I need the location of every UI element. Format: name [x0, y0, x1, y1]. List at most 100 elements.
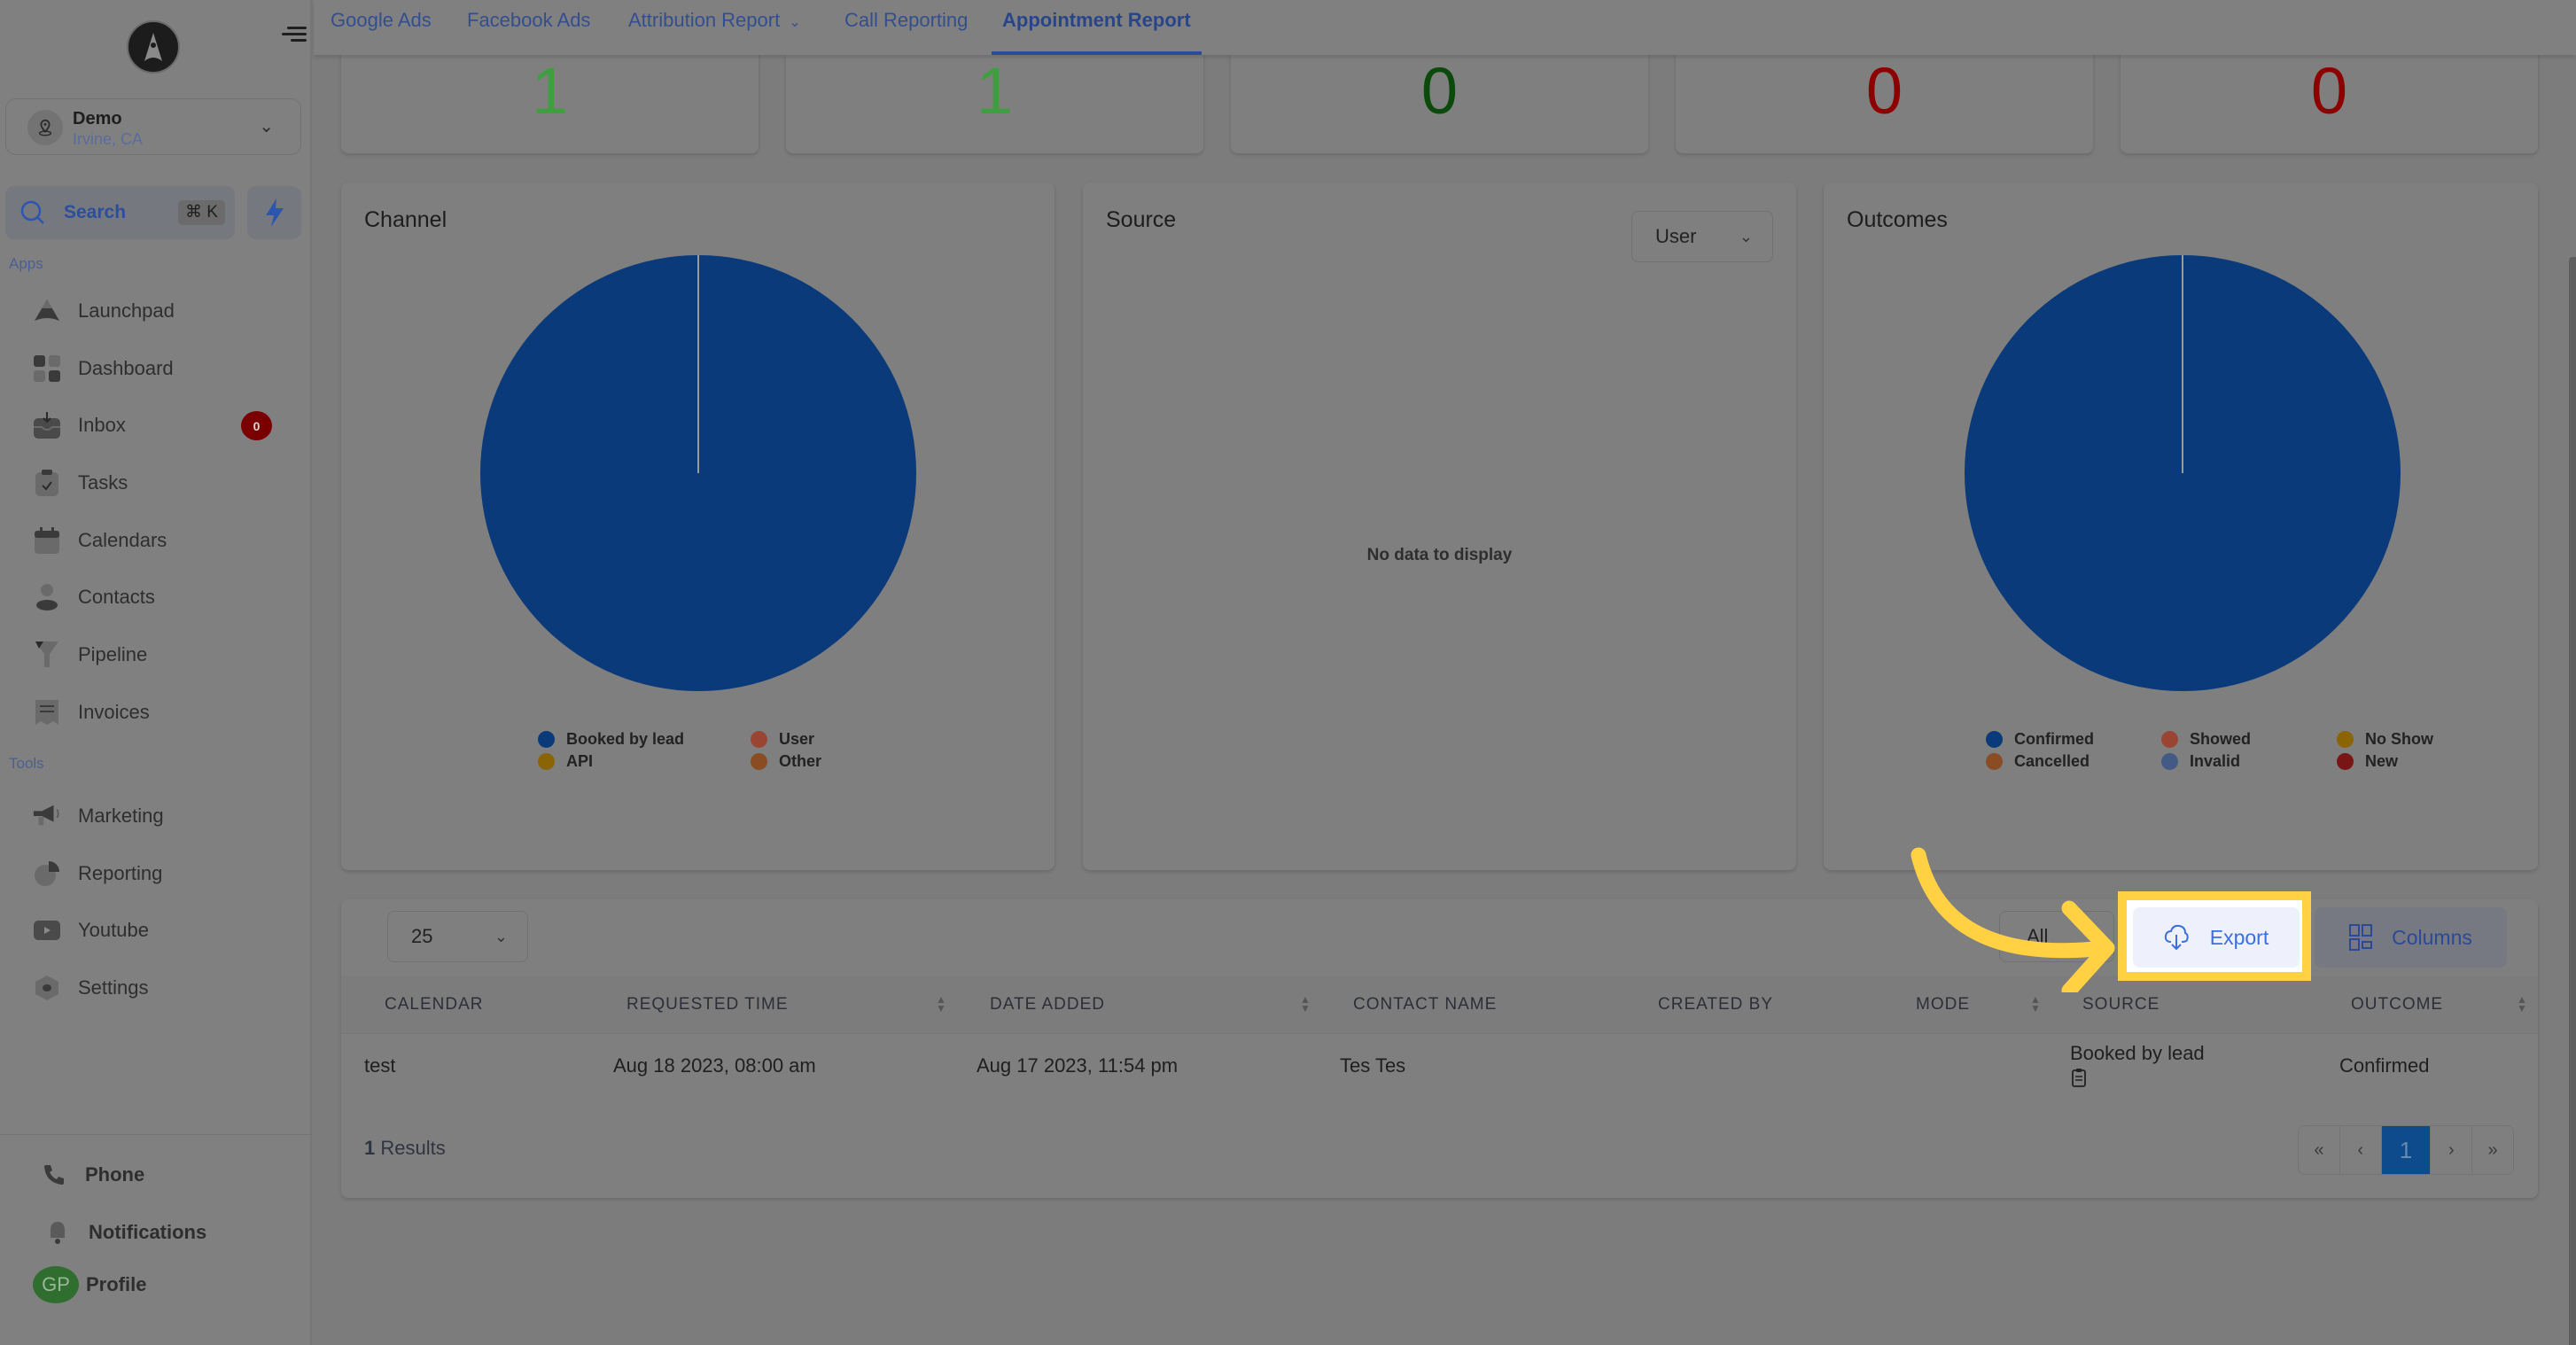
legend-item[interactable]: User: [751, 730, 839, 749]
user-icon: [32, 582, 62, 612]
results-count: 1 Results: [364, 1137, 446, 1160]
columns-button[interactable]: Columns: [2315, 907, 2507, 968]
outcomes-pie-chart: [1965, 255, 2401, 691]
sidebar-item-label: Marketing: [78, 805, 164, 827]
sidebar-item-pipeline[interactable]: Pipeline: [32, 634, 298, 675]
sidebar-item-profile[interactable]: GP Profile: [33, 1264, 299, 1305]
sidebar-item-phone[interactable]: Phone: [39, 1155, 305, 1195]
sidebar-item-youtube[interactable]: Youtube: [32, 910, 298, 951]
empty-chart-message: No data to display: [1366, 546, 1513, 564]
next-page-button[interactable]: ›: [2431, 1126, 2473, 1174]
tab-appointment-report[interactable]: Appointment Report: [992, 9, 1202, 55]
inbox-icon: [32, 410, 62, 440]
location-pin-icon: [27, 110, 63, 145]
legend-item[interactable]: New: [2337, 752, 2443, 771]
export-button[interactable]: Export: [2133, 907, 2300, 968]
legend-swatch: [2161, 731, 2178, 748]
legend-item[interactable]: Cancelled: [1986, 752, 2126, 771]
sidebar-item-calendars[interactable]: Calendars: [32, 520, 298, 561]
clipboard-icon[interactable]: [2072, 1068, 2086, 1092]
legend-swatch: [538, 753, 555, 770]
source-type-select[interactable]: User ⌄: [1631, 211, 1773, 262]
stat-value: 1: [531, 54, 569, 128]
location-switcher[interactable]: Demo Irvine, CA ⌄: [5, 98, 301, 155]
sidebar-item-notifications[interactable]: Notifications: [43, 1212, 308, 1253]
sidebar-item-label: Pipeline: [78, 643, 148, 665]
first-page-button[interactable]: «: [2299, 1126, 2340, 1174]
search-button[interactable]: Search ⌘ K: [5, 186, 235, 239]
phone-icon: [39, 1160, 69, 1190]
chevron-down-icon: ⌄: [259, 117, 274, 136]
page-size-select[interactable]: 25 ⌄: [387, 911, 528, 962]
sort-icon[interactable]: ▲ ▼: [2517, 994, 2527, 1014]
column-header-created-by[interactable]: CREATED BY: [1658, 995, 1773, 1015]
sidebar-item-label: Launchpad: [78, 299, 175, 322]
column-header-calendar[interactable]: CALENDAR: [385, 995, 483, 1015]
app-logo[interactable]: [127, 20, 180, 74]
prev-page-button[interactable]: ‹: [2340, 1126, 2382, 1174]
collapse-sidebar-button[interactable]: [282, 23, 307, 46]
legend-item[interactable]: Showed: [2161, 730, 2301, 749]
outcomes-panel: Outcomes Confirmed Showed No Show Cancelled…: [1824, 183, 2538, 870]
page-button-current[interactable]: 1: [2381, 1126, 2432, 1174]
column-header-contact-name[interactable]: CONTACT NAME: [1353, 995, 1497, 1015]
megaphone-icon: [32, 801, 62, 831]
legend-item[interactable]: Booked by lead: [538, 730, 715, 749]
sidebar-item-inbox[interactable]: Inbox 0: [32, 405, 298, 446]
sidebar-item-dashboard[interactable]: Dashboard: [32, 348, 298, 389]
sidebar-item-marketing[interactable]: Marketing: [32, 796, 298, 836]
sidebar-item-contacts[interactable]: Contacts: [32, 577, 298, 618]
column-header-outcome[interactable]: OUTCOME: [2351, 995, 2443, 1015]
select-value: 25: [411, 925, 433, 947]
legend-item[interactable]: Confirmed: [1986, 730, 2126, 749]
sidebar-item-launchpad[interactable]: Launchpad: [32, 291, 298, 331]
tab-label: Attribution Report: [628, 9, 781, 31]
select-value: User: [1655, 225, 1697, 247]
legend-item[interactable]: Other: [751, 752, 839, 771]
sidebar-item-reporting[interactable]: Reporting: [32, 853, 298, 894]
tab-google-ads[interactable]: Google Ads: [331, 9, 432, 55]
last-page-button[interactable]: »: [2472, 1126, 2513, 1174]
sidebar-item-settings[interactable]: Settings: [32, 968, 298, 1008]
bell-icon: [43, 1217, 73, 1248]
chevron-down-icon: ⌄: [1739, 227, 1753, 245]
column-header-date-added[interactable]: DATE ADDED: [990, 995, 1105, 1015]
quick-actions-button[interactable]: [247, 186, 301, 239]
legend-item[interactable]: API: [538, 752, 715, 771]
tab-label: Facebook Ads: [467, 9, 591, 31]
sidebar-item-label: Invoices: [78, 701, 150, 723]
outcomes-legend: Confirmed Showed No Show Cancelled Invalid Ne…: [1986, 730, 2443, 771]
legend-item[interactable]: Invalid: [2161, 752, 2301, 771]
sidebar-item-tasks[interactable]: Tasks: [32, 463, 298, 503]
sidebar-item-invoices[interactable]: Invoices: [32, 692, 298, 733]
cell-contact-name[interactable]: Tes Tes: [1340, 1054, 1405, 1077]
channel-legend: Booked by lead User API Other: [538, 730, 839, 771]
sidebar-item-label: Dashboard: [78, 357, 174, 379]
legend-item[interactable]: No Show: [2337, 730, 2443, 749]
sidebar-item-label: Contacts: [78, 586, 155, 608]
sort-icon[interactable]: ▲ ▼: [2030, 994, 2041, 1014]
sort-icon[interactable]: ▲ ▼: [936, 994, 946, 1014]
tab-attribution-report[interactable]: Attribution Report ⌄: [628, 9, 801, 55]
sidebar-item-label: Notifications: [89, 1221, 207, 1243]
logo-icon: [144, 33, 162, 61]
tab-facebook-ads[interactable]: Facebook Ads: [467, 9, 590, 55]
location-city: Irvine, CA: [73, 130, 144, 148]
columns-label: Columns: [2392, 925, 2472, 949]
sort-icon[interactable]: ▲ ▼: [1300, 994, 1311, 1014]
tab-call-reporting[interactable]: Call Reporting: [844, 9, 968, 55]
legend-swatch: [751, 753, 767, 770]
legend-swatch: [2337, 731, 2354, 748]
sidebar-item-label: Profile: [86, 1273, 147, 1295]
legend-label: API: [566, 752, 594, 770]
page-scrollbar[interactable]: [2569, 257, 2576, 1345]
source-panel: Source User ⌄ No data to display: [1083, 183, 1796, 870]
column-header-mode[interactable]: MODE: [1916, 995, 1970, 1015]
grid-icon: [32, 354, 62, 384]
sidebar-item-label: Phone: [85, 1163, 145, 1186]
column-header-requested-time[interactable]: REQUESTED TIME: [626, 995, 789, 1015]
sidebar-divider: [0, 1134, 312, 1135]
sidebar-item-label: Settings: [78, 976, 149, 999]
column-header-source[interactable]: SOURCE: [2082, 995, 2160, 1015]
legend-label: Booked by lead: [566, 730, 685, 748]
